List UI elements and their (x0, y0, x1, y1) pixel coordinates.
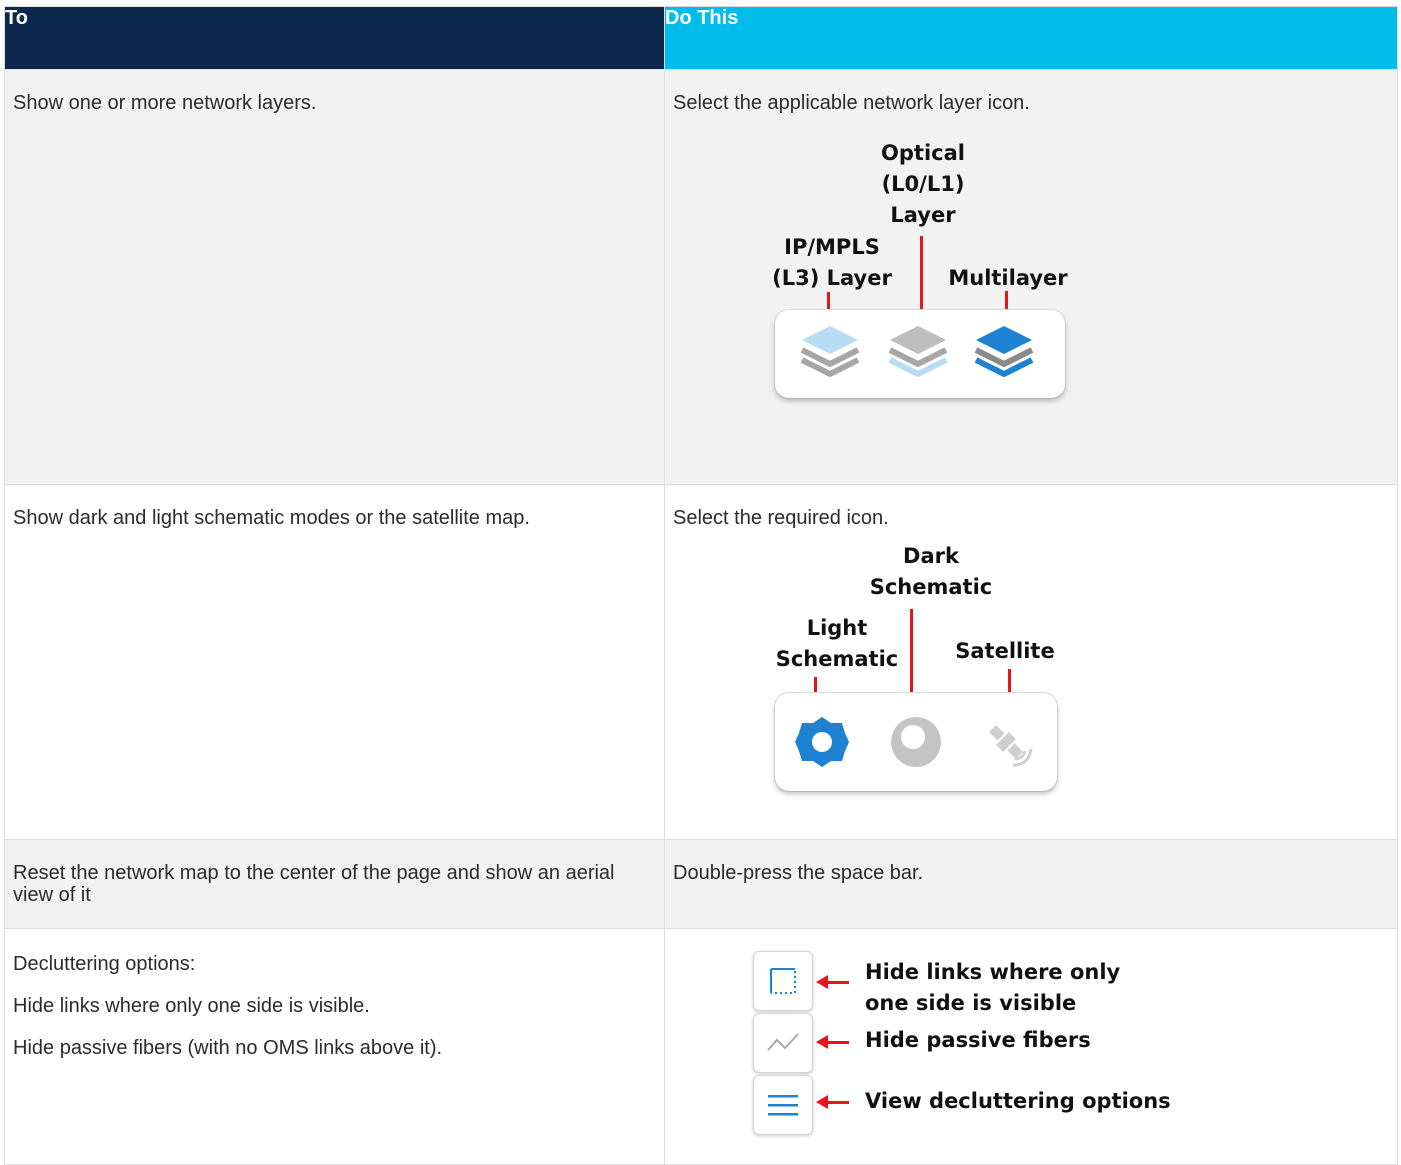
arrow-hide-links (816, 975, 849, 989)
label-hide-links: Hide links where only one side is visibl… (865, 960, 1121, 1015)
declutter-text: Decluttering options: Hide links where o… (5, 929, 664, 1059)
table-row: Decluttering options: Hide links where o… (4, 928, 1398, 1165)
label-view-options: View decluttering options (865, 1089, 1171, 1113)
to-text: Reset the network map to the center of t… (13, 862, 615, 906)
declutter-heading: Decluttering options: (13, 953, 196, 975)
optical-layer-icon[interactable] (887, 324, 949, 386)
arrow-hide-passive (816, 1035, 849, 1049)
declutter-figure: Hide links where only one side is visibl… (665, 929, 1397, 1159)
satellite-icon[interactable] (979, 715, 1033, 769)
table-row: Show dark and light schematic modes or t… (4, 484, 1398, 840)
declutter-item-one-side: Hide links where only one side is visibl… (13, 995, 370, 1017)
map-mode-figure: Dark Schematic Light Schematic Satellite (665, 529, 1397, 839)
to-cell: Show one or more network layers. (4, 69, 665, 485)
to-cell: Decluttering options: Hide links where o… (4, 928, 665, 1165)
to-text: Show one or more network layers. (13, 92, 317, 114)
do-text: Select the applicable network layer icon… (673, 92, 1030, 114)
light-schematic-icon[interactable] (795, 715, 849, 769)
to-cell: Show dark and light schematic modes or t… (4, 484, 665, 840)
do-cell: Hide links where only one side is visibl… (664, 928, 1398, 1165)
layer-icon-panel (775, 310, 1065, 398)
header-do-this: Do This (664, 6, 1398, 70)
table-row: Show one or more network layers. Select … (4, 69, 1398, 485)
do-text: Double-press the space bar. (673, 862, 924, 884)
do-cell: Select the applicable network layer icon… (664, 69, 1398, 485)
hide-passive-fibers-icon (767, 1033, 799, 1051)
table-header-row: To Do This (4, 6, 1398, 70)
do-cell: Double-press the space bar. (664, 839, 1398, 929)
declutter-menu-icon (768, 1095, 798, 1116)
label-light-schematic: Light Schematic (775, 616, 899, 671)
to-text: Show dark and light schematic modes or t… (13, 507, 530, 529)
instructions-table: To Do This Show one or more network laye… (4, 6, 1398, 1165)
multilayer-icon[interactable] (973, 324, 1035, 386)
declutter-menu-button[interactable] (753, 1075, 813, 1135)
declutter-item-passive: Hide passive fibers (with no OMS links a… (13, 1037, 443, 1059)
do-text: Select the required icon. (673, 507, 889, 529)
hide-one-sided-links-button[interactable] (753, 951, 813, 1011)
do-cell: Select the required icon. Dark Schematic… (664, 484, 1398, 840)
header-to: To (4, 6, 665, 70)
arrow-view-options (816, 1095, 849, 1109)
map-mode-panel (775, 693, 1057, 791)
label-ip-mpls: IP/MPLS (L3) Layer (772, 235, 892, 290)
hide-one-sided-links-icon (770, 968, 796, 994)
arrow-optical (914, 236, 928, 326)
table-row: Reset the network map to the center of t… (4, 839, 1398, 929)
label-satellite: Satellite (955, 639, 1055, 663)
ip-mpls-layer-icon[interactable] (799, 324, 861, 386)
hide-passive-fibers-button[interactable] (753, 1013, 813, 1073)
dark-schematic-icon[interactable] (889, 715, 943, 769)
network-layer-figure: Optical (L0/L1) Layer IP/MPLS (L3) Layer… (665, 114, 1397, 484)
label-hide-passive: Hide passive fibers (865, 1028, 1091, 1052)
arrow-dark (904, 609, 918, 711)
label-dark-schematic: Dark Schematic (869, 544, 993, 599)
label-multilayer: Multilayer (948, 266, 1068, 290)
label-optical: Optical (L0/L1) Layer (881, 141, 965, 227)
to-cell: Reset the network map to the center of t… (4, 839, 665, 929)
